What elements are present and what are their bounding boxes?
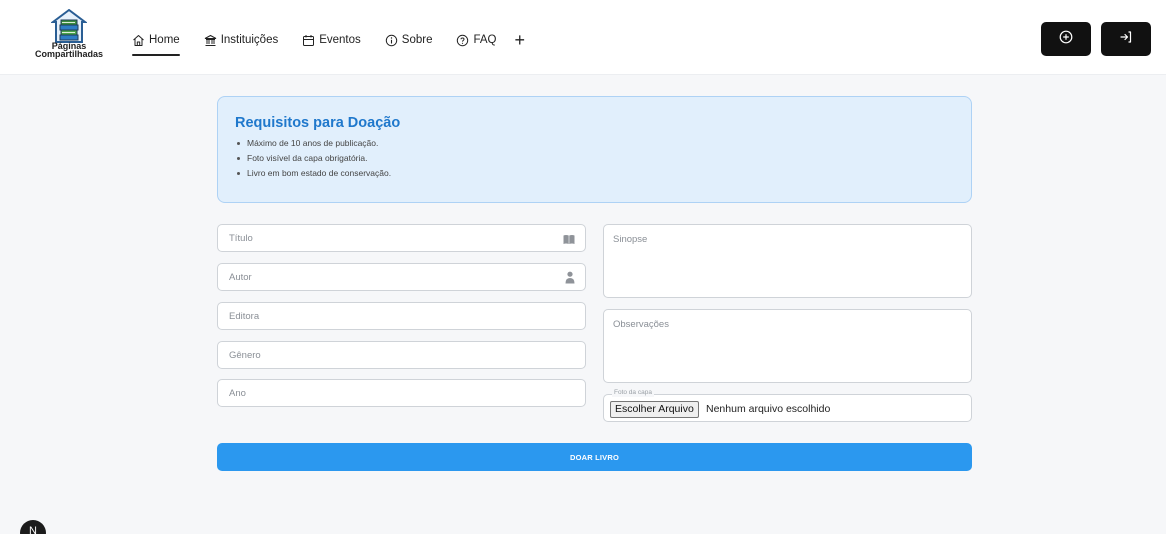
- nav-home-label: Home: [149, 34, 180, 46]
- home-icon: [132, 34, 145, 47]
- logo-text: Páginas Compartilhadas: [30, 42, 108, 59]
- logo-books-icon: [51, 9, 87, 43]
- genero-field: [217, 341, 586, 369]
- floating-dev-button[interactable]: N: [20, 520, 46, 534]
- observacoes-textarea[interactable]: [604, 310, 971, 382]
- info-icon: [385, 34, 398, 47]
- autor-field: [217, 263, 586, 291]
- main-nav: Home Instituições Eventos Sobre FAQ +: [132, 30, 525, 56]
- calendar-icon: [302, 34, 315, 47]
- titulo-field: [217, 224, 586, 252]
- ano-input[interactable]: [218, 380, 585, 406]
- titulo-input[interactable]: [218, 225, 585, 251]
- nav-instituicoes[interactable]: Instituições: [204, 30, 279, 50]
- nav-instituicoes-label: Instituições: [220, 34, 279, 46]
- user-icon: [565, 271, 575, 289]
- genero-input[interactable]: [218, 342, 585, 368]
- nav-add-button[interactable]: +: [514, 31, 525, 49]
- sinopse-field: [603, 224, 972, 298]
- nav-eventos-label: Eventos: [319, 34, 361, 46]
- cover-photo-field: Foto da capa Escolher Arquivo Nenhum arq…: [603, 389, 972, 422]
- editora-input[interactable]: [218, 303, 585, 329]
- observacoes-field: [603, 309, 972, 383]
- requirements-title: Requisitos para Doação: [235, 115, 401, 131]
- choose-file-button[interactable]: Escolher Arquivo: [610, 401, 699, 418]
- add-book-button[interactable]: [1041, 22, 1091, 56]
- requirement-item: Livro em bom estado de conservação.: [235, 166, 954, 181]
- requirements-box: Requisitos para Doação Máximo de 10 anos…: [217, 96, 972, 203]
- login-button[interactable]: [1101, 22, 1151, 56]
- help-icon: [456, 34, 469, 47]
- autor-input[interactable]: [218, 264, 585, 290]
- donate-book-button[interactable]: DOAR LIVRO: [217, 443, 972, 471]
- cover-photo-label: Foto da capa: [612, 389, 654, 397]
- logo-line-2: Compartilhadas: [34, 49, 103, 59]
- book-icon: [563, 232, 575, 250]
- file-status-text: Nenhum arquivo escolhido: [706, 403, 831, 415]
- requirement-item: Máximo de 10 anos de publicação.: [235, 136, 954, 151]
- nav-sobre[interactable]: Sobre: [385, 30, 433, 50]
- bank-icon: [204, 34, 217, 47]
- nav-faq[interactable]: FAQ: [456, 30, 496, 50]
- nav-home[interactable]: Home: [132, 30, 180, 56]
- top-header: Páginas Compartilhadas Home Instituições…: [0, 0, 1166, 75]
- nav-eventos[interactable]: Eventos: [302, 30, 361, 50]
- requirements-list: Máximo de 10 anos de publicação. Foto vi…: [235, 136, 954, 181]
- requirement-item: Foto visível da capa obrigatória.: [235, 151, 954, 166]
- logo[interactable]: Páginas Compartilhadas: [30, 9, 108, 69]
- nav-faq-label: FAQ: [473, 34, 497, 46]
- login-icon: [1119, 30, 1133, 49]
- editora-field: [217, 302, 586, 330]
- ano-field: [217, 379, 586, 407]
- nav-sobre-label: Sobre: [401, 34, 433, 46]
- sinopse-textarea[interactable]: [604, 225, 971, 297]
- plus-circle-icon: [1059, 30, 1073, 49]
